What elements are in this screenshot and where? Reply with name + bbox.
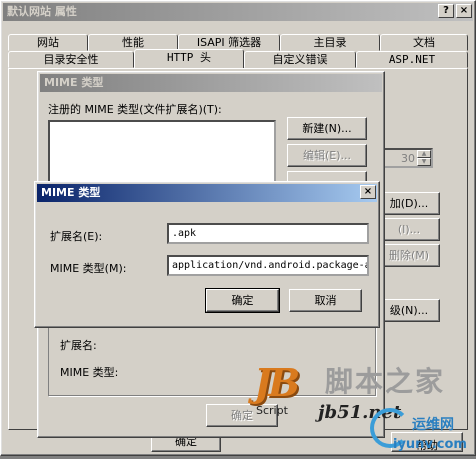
tab-custom-errors[interactable]: 自定义错误 bbox=[244, 51, 356, 68]
mime-type-cancel-button[interactable]: 取消 bbox=[289, 289, 362, 312]
iyunv-corner-url: iyunv.com bbox=[393, 437, 467, 452]
mime-type-label: MIME 类型(M): bbox=[50, 262, 127, 275]
help-title-button[interactable]: ? bbox=[438, 4, 454, 18]
properties-titlebar: 默认网站 属性 bbox=[3, 3, 473, 21]
edit-type-button[interactable]: 编辑(E)... bbox=[287, 144, 367, 167]
new-type-button[interactable]: 新建(N)... bbox=[287, 117, 367, 140]
spinner-up-icon[interactable]: ▲ bbox=[417, 150, 431, 158]
spinner-down-icon[interactable]: ▼ bbox=[417, 158, 431, 166]
extension-input[interactable]: .apk bbox=[167, 223, 369, 244]
details-mime-label: MIME 类型: bbox=[60, 366, 119, 379]
edit-ratings-button[interactable]: 级(N)... bbox=[378, 299, 440, 322]
mime-type-dialog: MIME 类型 × 扩展名(E): .apk MIME 类型(M): appli… bbox=[34, 181, 380, 328]
jb51-site-name: 脚本之家 bbox=[325, 365, 446, 398]
mime-type-input[interactable]: application/vnd.android.package-a bbox=[167, 255, 369, 276]
details-extension-label: 扩展名: bbox=[60, 339, 97, 352]
mime-type-ok-button[interactable]: 确定 bbox=[205, 288, 280, 313]
tab-aspnet[interactable]: ASP.NET bbox=[356, 51, 468, 68]
mime-types-title: MIME 类型 bbox=[44, 76, 104, 89]
mime-type-titlebar: MIME 类型 bbox=[37, 184, 377, 202]
tab-http-headers[interactable]: HTTP 头 bbox=[134, 49, 244, 69]
add-header-button[interactable]: 加(D)... bbox=[378, 192, 440, 215]
mime-type-title: MIME 类型 bbox=[41, 186, 101, 199]
jb51-logo: JB Script bbox=[254, 360, 302, 418]
tab-documents[interactable]: 文档 bbox=[380, 34, 468, 51]
jb-logo-mark: JB bbox=[254, 360, 300, 405]
mime-type-close-button[interactable]: × bbox=[360, 185, 376, 199]
extension-label: 扩展名(E): bbox=[50, 230, 103, 243]
tab-website[interactable]: 网站 bbox=[8, 34, 88, 51]
spinner-value: 30 bbox=[401, 152, 415, 165]
registered-types-label: 注册的 MIME 类型(文件扩展名)(T): bbox=[48, 103, 222, 116]
edit-header-button[interactable]: (I)... bbox=[378, 218, 440, 241]
tab-home-directory[interactable]: 主目录 bbox=[280, 34, 380, 51]
tab-directory-security[interactable]: 目录安全性 bbox=[8, 51, 134, 68]
registered-types-list[interactable] bbox=[48, 120, 276, 188]
mime-types-titlebar: MIME 类型 bbox=[40, 74, 382, 92]
remove-header-button[interactable]: 删除(M) bbox=[378, 244, 440, 267]
close-title-button[interactable]: × bbox=[456, 4, 472, 18]
iyunv-corner-name: 运维网 bbox=[412, 417, 454, 433]
properties-title: 默认网站 属性 bbox=[7, 5, 77, 18]
jb-logo-script: Script bbox=[256, 404, 288, 417]
